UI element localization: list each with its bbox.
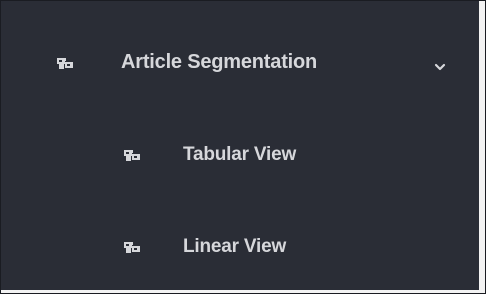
submenu-item-tabular-view[interactable]: Tabular View: [1, 135, 479, 177]
menu-item-label: Article Segmentation: [121, 51, 318, 73]
submenu-item-label: Tabular View: [183, 144, 297, 165]
chevron-down-icon[interactable]: [433, 57, 447, 71]
right-page-edge: [479, 1, 485, 293]
module-icon: [122, 146, 142, 166]
bottom-page-edge: [1, 290, 485, 293]
submenu-item-label: Linear View: [183, 236, 287, 257]
menu-item-article-segmentation[interactable]: Article Segmentation: [1, 42, 479, 86]
module-icon: [55, 54, 75, 74]
sidebar-menu: Article Segmentation Tabular View Linear…: [0, 0, 486, 294]
submenu-item-linear-view[interactable]: Linear View: [1, 227, 479, 269]
module-icon: [122, 238, 142, 258]
